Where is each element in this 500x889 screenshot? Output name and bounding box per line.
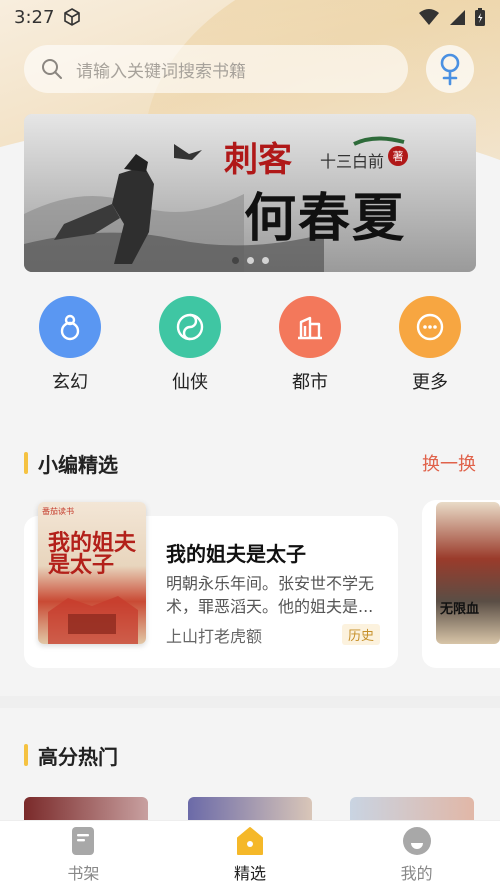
search-input[interactable]: 请输入关键词搜索书籍	[24, 45, 408, 93]
gender-toggle-button[interactable]	[426, 45, 474, 93]
bookshelf-icon	[72, 827, 95, 855]
section-accent-bar	[24, 452, 28, 474]
banner-title-main: 何春夏	[244, 188, 407, 249]
featured-icon	[236, 827, 263, 855]
category-icon-bg	[39, 296, 101, 358]
category-label: 玄幻	[52, 372, 88, 393]
female-icon	[440, 53, 460, 86]
category-label: 仙侠	[172, 372, 208, 393]
book-cover-next[interactable]: 无限血	[436, 502, 500, 644]
promo-banner[interactable]: 刺客 十三白前 著 何春夏	[24, 114, 476, 272]
editor-pick-header: 小编精选 换一换	[24, 448, 476, 478]
battery-icon	[475, 8, 485, 26]
category-xuanhuan[interactable]: 玄幻	[24, 296, 116, 396]
cover-title: 无限血	[440, 602, 480, 617]
refresh-button[interactable]: 换一换	[422, 450, 476, 476]
banner-dot[interactable]	[246, 257, 254, 264]
nav-label: 我的	[400, 864, 433, 883]
category-icon-bg	[279, 296, 341, 358]
category-icon-bg	[159, 296, 221, 358]
book-description: 明朝永乐年间。张安世不学无术，罪恶滔天。他的姐夫是...	[166, 574, 375, 616]
category-label: 都市	[292, 372, 328, 393]
nav-label: 书架	[67, 864, 100, 883]
section-divider	[0, 696, 500, 708]
category-icon-bg	[399, 296, 461, 358]
banner-author-tag: 著	[388, 146, 408, 166]
signal-icon	[450, 10, 465, 25]
status-bar: 3:27	[0, 0, 500, 34]
building-icon	[298, 316, 322, 340]
book-cover[interactable]: 番茄读书 我的姐夫是太子	[38, 502, 146, 644]
yin-yang-icon	[176, 313, 204, 341]
hot-section-header: 高分热门	[24, 740, 476, 770]
gourd-icon	[60, 314, 80, 341]
nav-label: 精选	[233, 864, 266, 883]
banner-pagination	[24, 257, 476, 264]
cube-icon	[64, 8, 81, 26]
section-title: 小编精选	[38, 452, 118, 477]
more-dots-icon	[416, 313, 444, 341]
banner-title-red: 刺客	[224, 140, 292, 180]
banner-author: 十三白前	[320, 152, 385, 171]
wifi-icon	[419, 9, 439, 25]
banner-dot[interactable]	[261, 257, 269, 264]
search-placeholder: 请输入关键词搜索书籍	[76, 61, 246, 82]
nav-featured[interactable]: 精选	[190, 826, 310, 884]
section-title: 高分热门	[38, 744, 118, 769]
cover-art	[48, 596, 138, 644]
category-xianxia[interactable]: 仙侠	[144, 296, 236, 396]
genre-badge: 历史	[342, 624, 381, 645]
category-more[interactable]: 更多	[384, 296, 476, 396]
search-icon	[42, 59, 62, 79]
bottom-nav: 书架 精选 我的	[0, 820, 500, 889]
category-row: 玄幻 仙侠 都市 更多	[24, 296, 476, 396]
book-title[interactable]: 我的姐夫是太子	[166, 538, 306, 567]
nav-profile[interactable]: 我的	[357, 826, 477, 884]
book-author: 上山打老虎额	[166, 627, 263, 646]
section-accent-bar	[24, 744, 28, 766]
banner-dot[interactable]	[231, 257, 239, 264]
category-label: 更多	[412, 372, 448, 393]
nav-bookshelf[interactable]: 书架	[23, 826, 143, 884]
status-time: 3:27	[14, 6, 55, 28]
category-dushi[interactable]: 都市	[264, 296, 356, 396]
profile-icon	[402, 827, 431, 855]
